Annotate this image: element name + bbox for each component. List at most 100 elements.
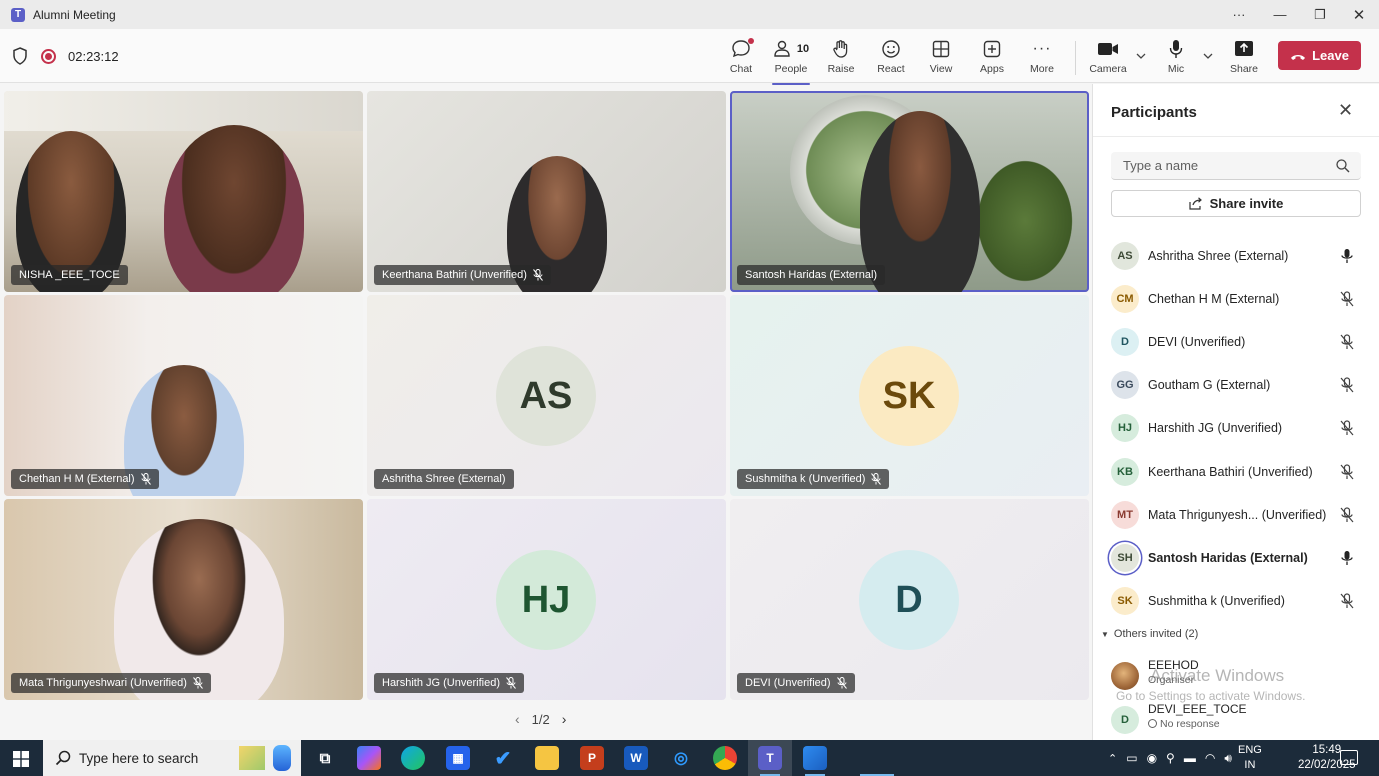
participant-row[interactable]: SK Sushmitha k (Unverified) [1111,583,1366,619]
mic-muted-icon[interactable] [1340,334,1354,350]
mic-button[interactable]: Mic [1151,38,1201,78]
notification-center-icon[interactable] [1340,750,1358,765]
share-invite-button[interactable]: Share invite [1111,190,1361,217]
search-highlight-icon [239,746,265,770]
participant-name-label: DEVI (Unverified) [737,673,855,693]
participant-row[interactable]: AS Ashritha Shree (External) [1111,238,1366,274]
participant-row[interactable]: HJ Harshith JG (Unverified) [1111,410,1366,446]
windows-taskbar: Type here to search ⧉ ▦ ✔ P W ◎ T ⌃ ▭ ◉ … [0,740,1379,776]
webex-icon[interactable]: ◎ [669,746,693,770]
share-arrow-icon [1189,197,1202,210]
microsoft-store-icon[interactable]: ▦ [446,746,470,770]
participant-search-input[interactable] [1111,152,1361,180]
participant-row[interactable]: KB Keerthana Bathiri (Unverified) [1111,454,1366,490]
participant-row[interactable]: SH Santosh Haridas (External) [1111,540,1366,576]
task-view-icon[interactable]: ⧉ [313,746,337,770]
photos-app-icon[interactable] [803,746,827,770]
shield-icon[interactable] [12,47,28,65]
system-tray: ⌃ ▭ ◉ ⚲ ▬ ◠ 🔊︎ [1108,740,1232,776]
mic-muted-icon[interactable] [1340,377,1354,393]
search-icon[interactable] [1336,159,1350,173]
copilot-icon[interactable] [357,746,381,770]
apps-button[interactable]: Apps [967,38,1017,78]
invited-row[interactable]: D DEVI_EEE_TOCE No response [1111,702,1366,736]
mic-muted-icon[interactable] [1340,593,1354,609]
webcam-icon[interactable]: ◉ [1147,751,1157,765]
wifi-icon[interactable]: ◠ [1205,751,1215,765]
video-tile[interactable]: NISHA _EEE_TOCE [4,91,363,292]
muted-mic-icon [533,269,543,281]
leave-label: Leave [1312,48,1349,63]
video-tile[interactable]: Mata Thrigunyeshwari (Unverified) [4,499,363,700]
participants-panel: Participants ✕ Share invite AS Ashritha S… [1092,84,1379,740]
participant-row[interactable]: CM Chethan H M (External) [1111,281,1366,317]
participant-name-label: Keerthana Bathiri (Unverified) [374,265,551,285]
avatar-tile[interactable]: D DEVI (Unverified) [730,499,1089,700]
chat-icon [731,38,754,60]
chat-unread-dot [748,38,754,44]
react-button[interactable]: React [866,38,916,78]
participant-name: Keerthana Bathiri (Unverified) [1148,465,1313,479]
participant-avatar: SH [1111,544,1139,572]
mic-muted-icon[interactable] [1340,507,1354,523]
share-button[interactable]: Share [1219,38,1269,78]
word-icon[interactable]: W [624,746,648,770]
background-plant [970,151,1080,291]
more-options-icon[interactable]: ··· [1219,0,1259,29]
mic-muted-icon[interactable] [1340,464,1354,480]
video-tile[interactable]: Keerthana Bathiri (Unverified) [367,91,726,292]
close-window-button[interactable]: ✕ [1339,0,1379,29]
participant-name-label: Harshith JG (Unverified) [374,673,524,693]
camera-options-chevron-icon[interactable] [1136,51,1146,62]
mic-options-chevron-icon[interactable] [1203,51,1213,62]
todo-check-icon[interactable]: ✔ [491,746,515,770]
mic-on-icon[interactable] [1340,550,1354,566]
people-button[interactable]: 10 People [766,38,816,85]
input-language-indicator[interactable]: ENG IN [1238,743,1262,773]
raise-hand-button[interactable]: Raise [816,38,866,78]
teams-app-icon: T [11,7,25,22]
leave-button[interactable]: Leave [1278,41,1361,70]
mic-on-icon[interactable] [1340,248,1354,264]
mic-tray-icon[interactable]: ⚲ [1166,751,1175,765]
mic-muted-icon[interactable] [1340,420,1354,436]
participant-row[interactable]: GG Goutham G (External) [1111,367,1366,403]
video-tile[interactable]: Chethan H M (External) [4,295,363,496]
show-hidden-icons-chevron[interactable]: ⌃ [1108,752,1117,765]
title-bar: T Alumni Meeting ··· — ❐ ✕ [0,0,1379,29]
avatar-tile[interactable]: HJ Harshith JG (Unverified) [367,499,726,700]
minimize-button[interactable]: — [1260,0,1300,29]
video-tile-active-speaker[interactable]: Santosh Haridas (External) [730,91,1089,292]
others-invited-section-toggle[interactable]: ▼ Others invited (2) [1101,628,1198,640]
volume-icon[interactable]: 🔊︎ [1224,751,1232,766]
windows-start-icon[interactable] [13,751,29,767]
taskbar-search-box[interactable]: Type here to search [43,740,301,776]
chat-button[interactable]: Chat [716,38,766,78]
participant-row[interactable]: MT Mata Thrigunyesh... (Unverified) [1111,497,1366,533]
camera-label: Camera [1089,63,1127,75]
close-panel-icon[interactable]: ✕ [1338,100,1353,121]
maximize-button[interactable]: ❐ [1300,0,1340,29]
view-button[interactable]: View [916,38,966,78]
participant-avatar: HJ [1111,414,1139,442]
previous-page-chevron-icon[interactable]: ‹ [515,711,520,727]
participant-name: Goutham G (External) [1148,378,1271,392]
participant-row[interactable]: D DEVI (Unverified) [1111,324,1366,360]
muted-mic-icon [836,677,847,689]
more-button[interactable]: ··· More [1017,38,1067,78]
participant-name: NISHA _EEE_TOCE [19,269,120,281]
meeting-timer: 02:23:12 [68,48,119,64]
share-screen-icon [1234,38,1254,60]
file-explorer-icon[interactable] [535,746,559,770]
avatar-tile[interactable]: AS Ashritha Shree (External) [367,295,726,496]
battery-icon[interactable]: ▬ [1184,751,1196,765]
camera-button[interactable]: Camera [1083,38,1133,78]
edge-browser-icon[interactable] [401,746,425,770]
avatar-tile[interactable]: SK Sushmitha k (Unverified) [730,295,1089,496]
chrome-icon[interactable] [713,746,737,770]
powerpoint-icon[interactable]: P [580,746,604,770]
network-display-icon[interactable]: ▭ [1126,751,1137,765]
next-page-chevron-icon[interactable]: › [562,711,567,727]
teams-icon[interactable]: T [758,746,782,770]
mic-muted-icon[interactable] [1340,291,1354,307]
